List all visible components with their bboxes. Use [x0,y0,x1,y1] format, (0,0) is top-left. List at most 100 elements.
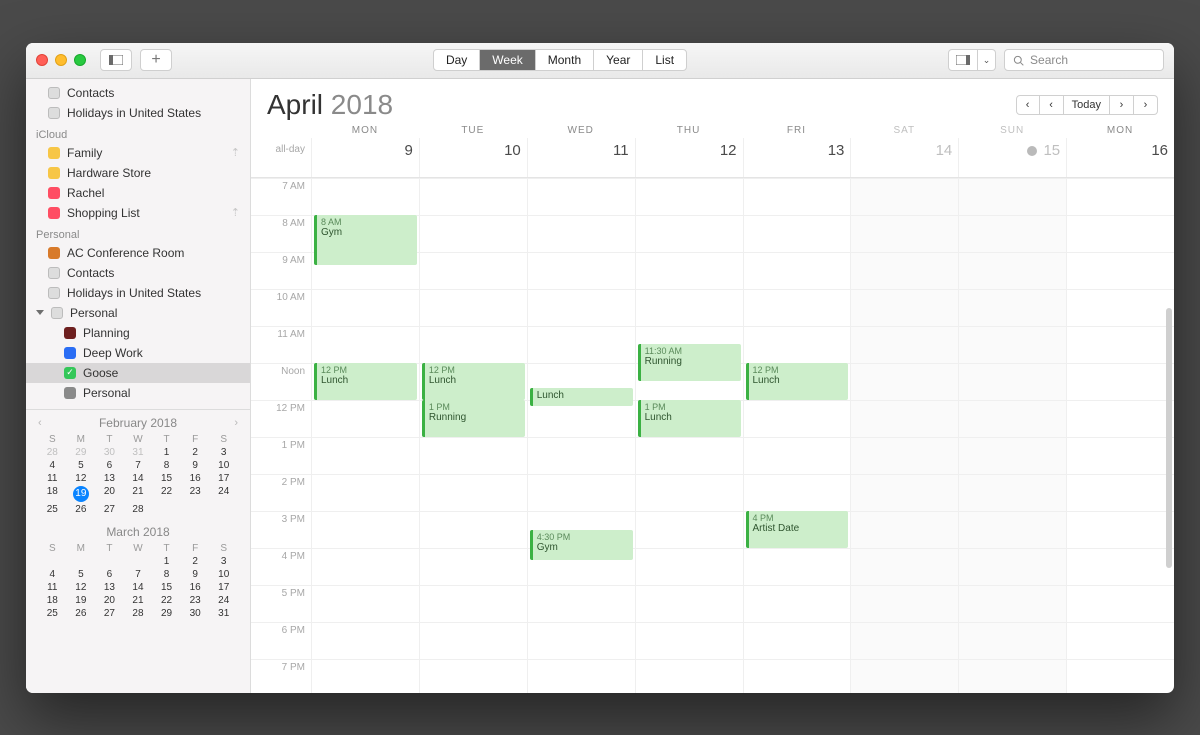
mini-day[interactable]: 13 [95,582,124,593]
calendar-checkbox[interactable] [51,307,63,319]
mini-day[interactable]: 3 [209,556,238,567]
calendar-item[interactable]: Goose [26,363,250,383]
mini-day[interactable]: 28 [124,608,153,619]
calendar-item[interactable]: Planning [26,323,250,343]
event[interactable]: 12 PMLunch [314,363,417,400]
mini-day[interactable]: 4 [38,460,67,471]
mini-day[interactable]: 5 [67,460,96,471]
mini-day[interactable]: 30 [95,447,124,458]
mini-day[interactable]: 16 [181,582,210,593]
mini-day[interactable]: 3 [209,447,238,458]
mini-day[interactable]: 15 [152,582,181,593]
calendar-checkbox[interactable] [48,207,60,219]
day-column[interactable] [850,178,958,693]
mini-day[interactable]: 29 [152,608,181,619]
event[interactable]: 4 PMArtist Date [746,511,849,548]
mini-day[interactable]: 4 [38,569,67,580]
date-cell[interactable]: 14 [850,138,958,177]
mini-day[interactable]: 30 [181,608,210,619]
event[interactable]: 1 PMLunch [638,400,741,437]
mini-day[interactable]: 12 [67,582,96,593]
mini-day[interactable]: 9 [181,460,210,471]
search-input[interactable]: Search [1004,49,1164,71]
mini-day[interactable]: 8 [152,569,181,580]
calendar-item[interactable]: Hardware Store [26,163,250,183]
calendar-checkbox[interactable] [48,267,60,279]
disclosure-icon[interactable] [36,310,44,315]
calendar-item[interactable]: Holidays in United States [26,283,250,303]
mini-day[interactable]: 24 [209,595,238,606]
mini-day[interactable]: 17 [209,582,238,593]
mini-day[interactable]: 10 [209,569,238,580]
mini-day[interactable]: 25 [38,608,67,619]
mini-day[interactable]: 9 [181,569,210,580]
day-column[interactable]: 8 AMGym 12 PMLunch [311,178,419,693]
mini-day[interactable]: 11 [38,582,67,593]
day-column[interactable]: 11:30 AMRunning1 PMLunch [635,178,743,693]
mini-day[interactable]: 22 [152,486,181,502]
date-cell[interactable]: 13 [743,138,851,177]
mini-day[interactable]: 28 [124,504,153,515]
mini-day[interactable]: 31 [124,447,153,458]
day-column[interactable] [958,178,1066,693]
mini-day[interactable]: 5 [67,569,96,580]
week-grid[interactable]: 7 AM8 AM9 AM10 AM11 AMNoon12 PM1 PM2 PM3… [251,178,1174,693]
date-cell[interactable]: 12 [635,138,743,177]
mini-day[interactable]: 29 [67,447,96,458]
date-cell[interactable]: 15 [958,138,1066,177]
mini-day[interactable]: 25 [38,504,67,515]
calendar-checkbox[interactable] [48,147,60,159]
calendar-checkbox[interactable] [48,167,60,179]
mini-day[interactable]: 1 [152,556,181,567]
calendar-item[interactable]: Contacts [26,263,250,283]
mini-day[interactable]: 19 [73,486,89,502]
mini-day[interactable]: 15 [152,473,181,484]
mini-prev-button[interactable]: ‹ [38,417,42,429]
mini-day[interactable]: 2 [181,447,210,458]
calendar-item[interactable]: Holidays in United States [26,103,250,123]
inspector-button[interactable] [948,49,978,71]
calendar-item[interactable]: Rachel [26,183,250,203]
mini-day[interactable]: 24 [209,486,238,502]
mini-day[interactable]: 31 [209,608,238,619]
calendar-item[interactable]: Shopping List⇡ [26,203,250,223]
day-column[interactable]: 12 PMLunch 4 PMArtist Date [743,178,851,693]
scrollbar-thumb[interactable] [1166,308,1172,568]
day-column[interactable]: 12 PMLunch1 PMRunning [419,178,527,693]
calendar-item[interactable]: Family⇡ [26,143,250,163]
view-list[interactable]: List [643,50,686,70]
mini-day[interactable]: 20 [95,486,124,502]
prev-day-button[interactable]: ‹ [1040,95,1064,115]
mini-day[interactable]: 21 [124,486,153,502]
calendar-checkbox[interactable] [48,287,60,299]
mini-day[interactable]: 18 [38,486,67,502]
calendar-checkbox[interactable] [48,107,60,119]
zoom-icon[interactable] [74,54,86,66]
mini-day[interactable]: 28 [38,447,67,458]
event[interactable]: 12 PMLunch [422,363,525,400]
calendar-item[interactable]: Personal [26,383,250,403]
event[interactable]: Lunch [530,388,633,406]
calendar-checkbox[interactable] [48,87,60,99]
date-cell[interactable]: 11 [527,138,635,177]
mini-day[interactable]: 14 [124,473,153,484]
add-event-button[interactable]: + [140,49,172,71]
mini-day[interactable]: 8 [152,460,181,471]
calendar-checkbox[interactable] [48,247,60,259]
view-year[interactable]: Year [594,50,643,70]
mini-day[interactable]: 13 [95,473,124,484]
event[interactable]: 12 PMLunch [746,363,849,400]
date-cell[interactable]: 10 [419,138,527,177]
mini-day[interactable]: 14 [124,582,153,593]
day-column[interactable] [1066,178,1174,693]
event[interactable]: 8 AMGym [314,215,417,265]
mini-day[interactable]: 22 [152,595,181,606]
mini-day[interactable]: 16 [181,473,210,484]
prev-week-button[interactable]: ‹ [1016,95,1040,115]
minimize-icon[interactable] [55,54,67,66]
close-icon[interactable] [36,54,48,66]
mini-day[interactable]: 23 [181,595,210,606]
mini-day[interactable]: 7 [124,569,153,580]
today-button[interactable]: Today [1064,95,1110,115]
day-column[interactable]: Lunch4:30 PMGym [527,178,635,693]
